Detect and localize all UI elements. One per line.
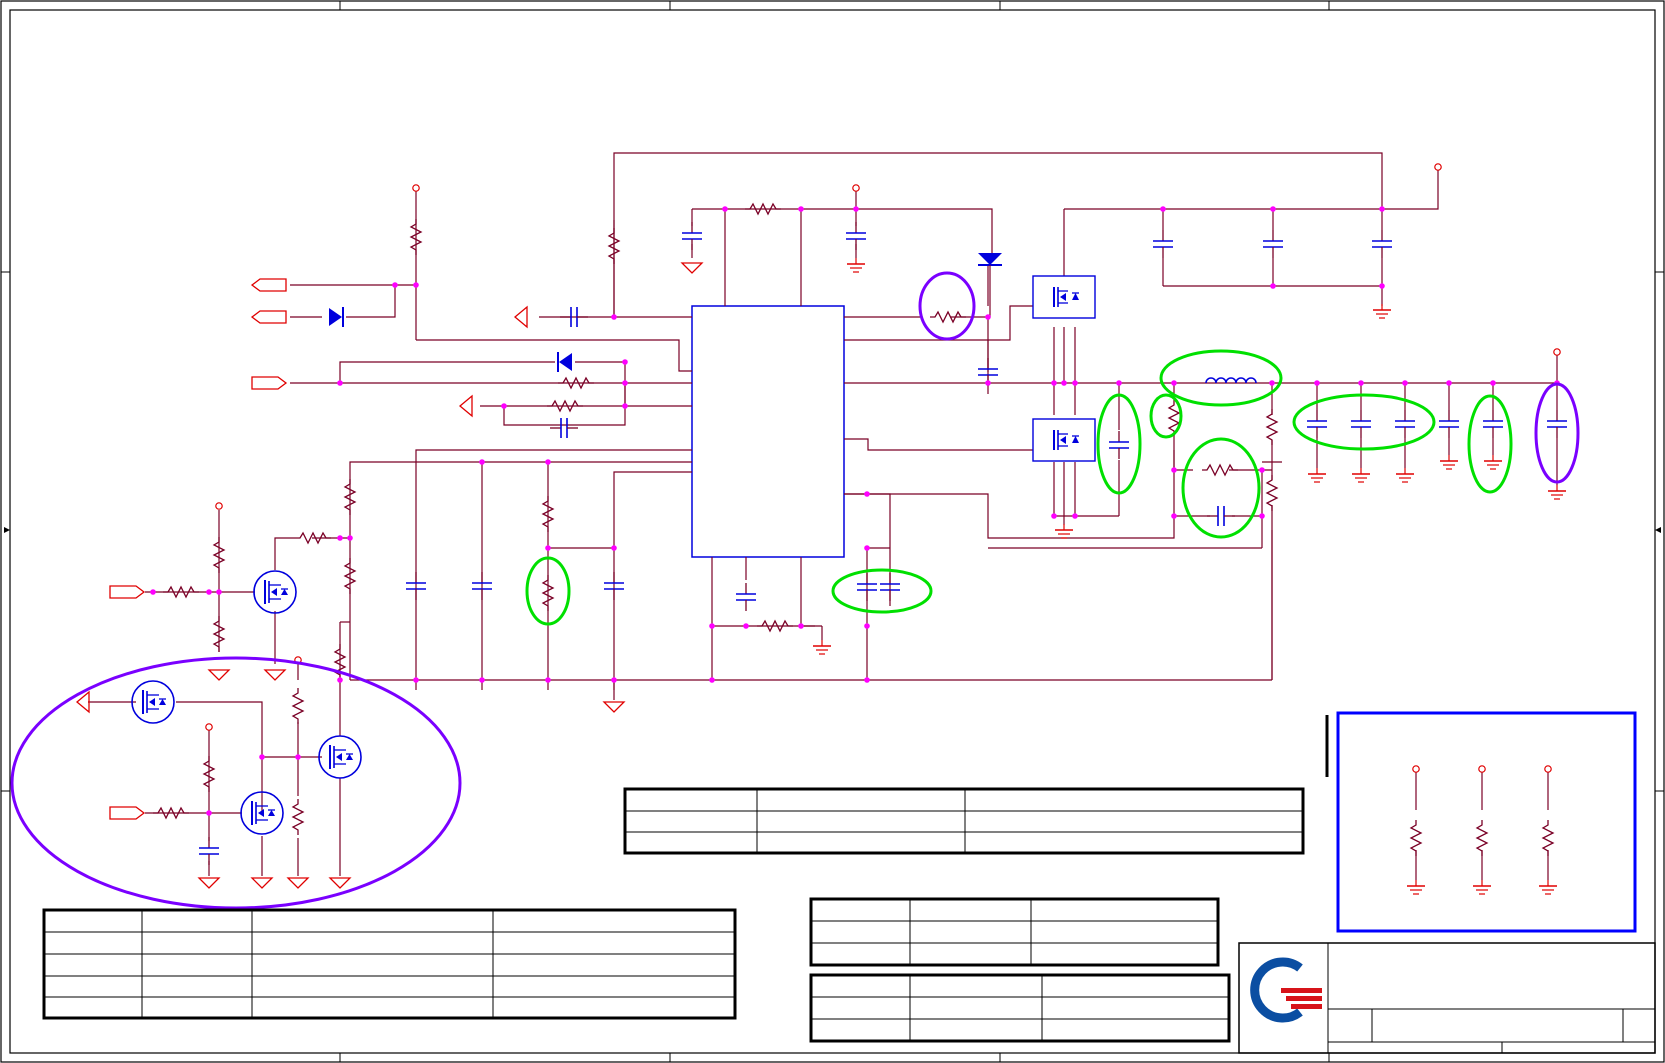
diode-icon (557, 352, 572, 372)
schematic-sheet (0, 0, 1665, 1063)
capacitors (198, 221, 1568, 866)
highlight-green (1149, 393, 1183, 439)
company-logo-icon (1250, 957, 1322, 1023)
highlight-purple-group (10, 271, 1580, 910)
highlight-green (831, 568, 933, 614)
diode-icon (978, 253, 1002, 317)
highlight-purple (918, 271, 976, 341)
table-middle (623, 787, 1305, 855)
table-bottom-center-upper (809, 897, 1220, 967)
controller-ic (691, 305, 845, 558)
table-left (42, 908, 737, 1020)
highlight-green (1292, 393, 1436, 451)
frame (0, 0, 1665, 1063)
offpage-connectors (76, 278, 528, 820)
grounds (198, 257, 1567, 895)
resistors (152, 203, 1554, 857)
junctions (150, 206, 1560, 816)
highlight-green (1181, 437, 1261, 539)
wires (88, 152, 1558, 880)
inductor-icon (1205, 377, 1257, 384)
power-pins (205, 163, 1561, 773)
diodes (329, 253, 1002, 372)
table-bottom-center-lower (809, 973, 1231, 1043)
highlight-purple (10, 656, 462, 910)
notes-box (1325, 711, 1637, 933)
diode-icon (329, 307, 344, 327)
highlight-green-group (525, 349, 1513, 626)
highlight-green (1467, 394, 1513, 494)
